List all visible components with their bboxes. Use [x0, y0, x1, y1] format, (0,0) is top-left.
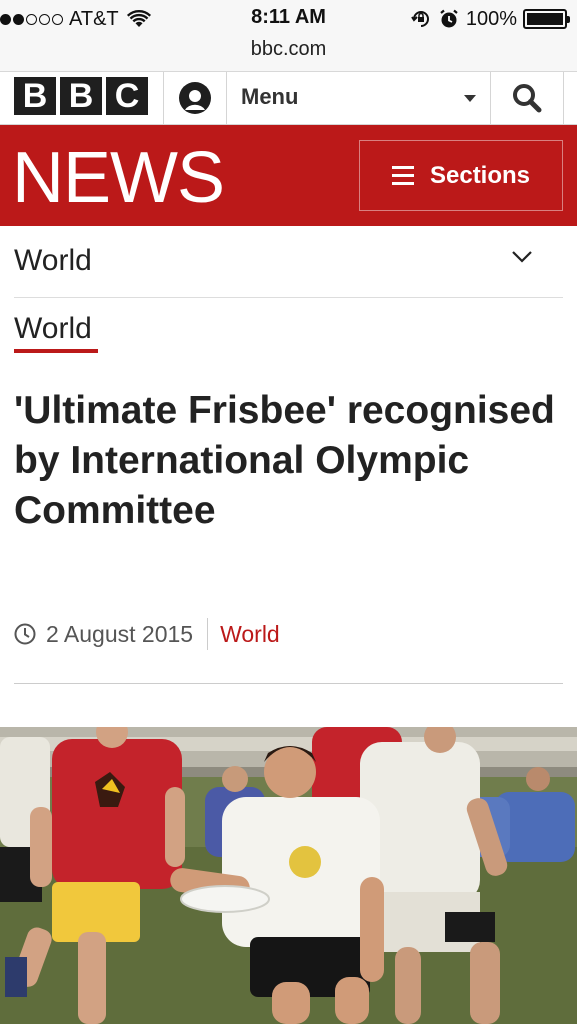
- battery-icon: [523, 9, 570, 29]
- article-date: 2 August 2015: [46, 620, 194, 647]
- meta-divider: [207, 618, 209, 650]
- article-meta: 2 August 2015 World: [14, 618, 280, 650]
- article-headline: 'Ultimate Frisbee' recognised by Interna…: [14, 389, 555, 532]
- divider: [563, 72, 564, 124]
- account-icon: [179, 82, 211, 114]
- search-button[interactable]: [491, 72, 563, 124]
- news-logo[interactable]: NEWS: [12, 137, 225, 219]
- bbc-logo[interactable]: B B C: [14, 77, 148, 115]
- menu-dropdown[interactable]: Menu: [227, 72, 490, 124]
- section-nav-label: World: [14, 244, 92, 277]
- article-category-link[interactable]: World: [220, 621, 280, 648]
- hamburger-icon: [391, 166, 414, 185]
- bbc-logo-letter: C: [106, 77, 148, 115]
- bbc-logo-letter: B: [14, 77, 56, 115]
- rotation-lock-icon: [411, 11, 429, 27]
- tag-underline: [14, 349, 98, 353]
- section-nav-dropdown[interactable]: World: [14, 228, 563, 298]
- ios-status-bar: AT&T 8:11 AM 100% bbc.com: [0, 0, 577, 72]
- sections-button[interactable]: Sections: [359, 140, 563, 211]
- sections-label: Sections: [429, 161, 531, 189]
- news-banner: NEWS Sections: [0, 125, 577, 226]
- battery-percent: 100%: [465, 7, 517, 30]
- clock-icon: [14, 623, 36, 645]
- article-section-tag[interactable]: World: [14, 312, 92, 346]
- search-icon: [513, 84, 542, 113]
- account-button[interactable]: [164, 72, 226, 124]
- chevron-down-icon: [512, 251, 532, 263]
- alarm-icon: [440, 9, 458, 28]
- caret-down-icon: [464, 95, 476, 102]
- bbc-global-nav: B B C Menu: [0, 72, 577, 125]
- meta-divider-line: [14, 683, 563, 684]
- bbc-logo-letter: B: [60, 77, 102, 115]
- article-hero-image: [0, 727, 577, 1024]
- ultimate-frisbee-photo: [0, 727, 577, 1024]
- address-bar-url[interactable]: bbc.com: [0, 38, 577, 61]
- menu-label: Menu: [241, 84, 299, 109]
